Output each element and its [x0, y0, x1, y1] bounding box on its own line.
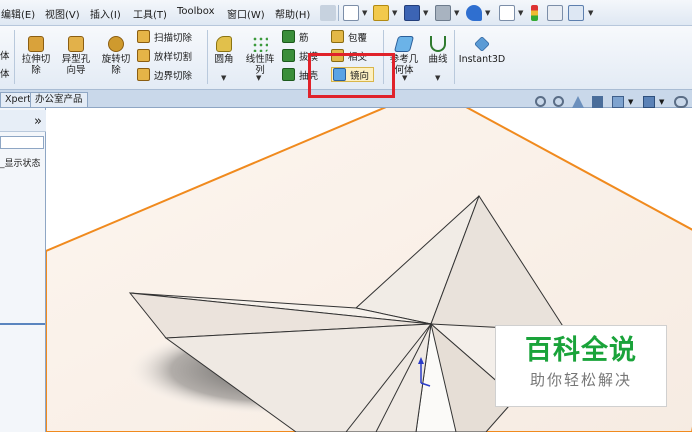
chevron-down-icon[interactable]: ▼ — [485, 9, 490, 17]
zoom-to-fit-icon[interactable] — [535, 96, 546, 107]
boundary-cut-button[interactable]: 边界切除 — [137, 68, 192, 82]
loft-cut-button[interactable]: 放样切割 — [137, 49, 192, 63]
boundary-cut-icon — [137, 68, 150, 81]
tab-office-products[interactable]: 办公室产品 — [30, 92, 88, 107]
wrap-button[interactable]: 包覆 — [331, 30, 367, 44]
boundary-cut-label: 边界切除 — [154, 71, 193, 82]
hole-wizard-button[interactable]: 异型孔 向导 — [57, 36, 95, 76]
file-properties-icon[interactable] — [547, 5, 563, 21]
menu-bar: 编辑(E) 视图(V) 插入(I) 工具(T) Toolbox 窗口(W) 帮助… — [0, 0, 692, 26]
traffic-light-icon[interactable] — [531, 5, 538, 21]
instant3d-button[interactable]: Instant3D — [458, 36, 506, 65]
curves-icon — [430, 36, 446, 52]
shell-icon — [282, 68, 295, 81]
extrude-cut-icon — [28, 36, 44, 52]
truncated-label: 体 — [0, 51, 10, 62]
reference-geometry-icon — [393, 36, 415, 52]
revolve-cut-icon — [108, 36, 124, 52]
curves-label: 曲线 — [428, 54, 448, 65]
panel-header: » — [0, 110, 46, 132]
menu-view[interactable]: 视图(V) — [45, 6, 80, 21]
hole-wizard-icon — [68, 36, 84, 52]
display-style-icon[interactable] — [643, 96, 655, 108]
watermark-logo: 百科全说 助你轻松解决 — [495, 325, 667, 407]
extrude-cut-button[interactable]: 拉伸切 除 — [18, 36, 54, 76]
revolve-cut-button[interactable]: 旋转切 除 — [98, 36, 134, 76]
rib-icon — [282, 30, 295, 43]
chevron-down-icon[interactable]: ▼ — [518, 9, 523, 17]
menu-toolbox[interactable]: Toolbox — [177, 6, 215, 17]
hole-wizard-label: 异型孔 向导 — [61, 54, 91, 76]
chevron-down-icon[interactable]: ▼ — [454, 9, 459, 17]
chevron-down-icon[interactable]: ▼ — [628, 98, 633, 106]
sweep-cut-label: 扫描切除 — [154, 33, 193, 44]
instant3d-icon — [474, 36, 490, 52]
extrude-cut-label: 拉伸切 除 — [21, 54, 51, 76]
instant3d-label: Instant3D — [458, 54, 506, 65]
zoom-to-area-icon[interactable] — [553, 96, 564, 107]
loft-cut-label: 放样切割 — [154, 52, 193, 63]
pin-icon[interactable] — [320, 5, 336, 21]
chevron-down-icon[interactable]: ▼ — [392, 9, 397, 17]
watermark-title: 百科全说 — [525, 335, 637, 366]
wrap-label: 包覆 — [348, 33, 368, 44]
menu-help[interactable]: 帮助(H) — [275, 6, 310, 21]
undo-icon[interactable] — [466, 5, 482, 21]
draft-icon — [282, 49, 295, 62]
menu-tools[interactable]: 工具(T) — [133, 6, 167, 21]
loft-cut-icon — [137, 49, 150, 62]
ribbon-separator — [14, 30, 15, 84]
options-icon[interactable] — [568, 5, 584, 21]
revolve-cut-label: 旋转切 除 — [101, 54, 131, 76]
hide-show-items-icon[interactable] — [674, 96, 688, 108]
sweep-cut-button[interactable]: 扫描切除 — [137, 30, 192, 44]
linear-pattern-button[interactable]: 线性阵 列 — [241, 36, 279, 76]
save-icon[interactable] — [404, 5, 420, 21]
toolbar-separator — [338, 5, 339, 21]
chevron-down-icon[interactable]: ▼ — [423, 9, 428, 17]
section-view-icon[interactable] — [592, 96, 603, 108]
fillet-button[interactable]: 圆角 — [211, 36, 237, 65]
menu-edit[interactable]: 编辑(E) — [1, 6, 35, 21]
view-orientation-icon[interactable] — [612, 96, 624, 108]
chevron-down-icon[interactable]: ▼ — [588, 9, 593, 17]
print-icon[interactable] — [435, 5, 451, 21]
watermark-subtitle: 助你轻松解决 — [529, 371, 632, 389]
rib-label: 筋 — [299, 33, 309, 44]
ribbon-separator — [207, 30, 208, 84]
linear-pattern-icon — [252, 36, 268, 52]
fillet-label: 圆角 — [214, 54, 234, 65]
sweep-cut-icon — [137, 30, 150, 43]
chevron-down-icon[interactable]: ▼ — [362, 9, 367, 17]
display-state-label: _显示状态 — [0, 159, 41, 169]
menu-insert[interactable]: 插入(I) — [90, 6, 121, 21]
panel-filter-input[interactable] — [0, 136, 44, 149]
chevron-down-icon[interactable]: ▼ — [256, 74, 261, 82]
ribbon-separator — [454, 30, 455, 84]
new-document-icon[interactable] — [343, 5, 359, 21]
fillet-icon — [216, 36, 232, 52]
truncated-label: 体 — [0, 69, 10, 80]
select-cursor-icon[interactable] — [499, 5, 515, 21]
wrap-icon — [331, 30, 344, 43]
curves-button[interactable]: 曲线 — [425, 36, 451, 65]
open-folder-icon[interactable] — [373, 5, 389, 21]
feature-manager-panel: » _显示状态 — [0, 108, 46, 432]
chevron-down-icon[interactable]: ▼ — [435, 74, 440, 82]
mirror-highlight-box — [308, 53, 395, 98]
rib-button[interactable]: 筋 — [282, 30, 309, 44]
panel-divider — [0, 323, 45, 325]
chevron-down-icon[interactable]: ▼ — [402, 74, 407, 82]
chevron-down-icon[interactable]: ▼ — [221, 74, 226, 82]
menu-window[interactable]: 窗口(W) — [227, 6, 265, 21]
linear-pattern-label: 线性阵 列 — [245, 54, 275, 76]
expand-icon[interactable]: » — [34, 114, 42, 129]
chevron-down-icon[interactable]: ▼ — [659, 98, 664, 106]
